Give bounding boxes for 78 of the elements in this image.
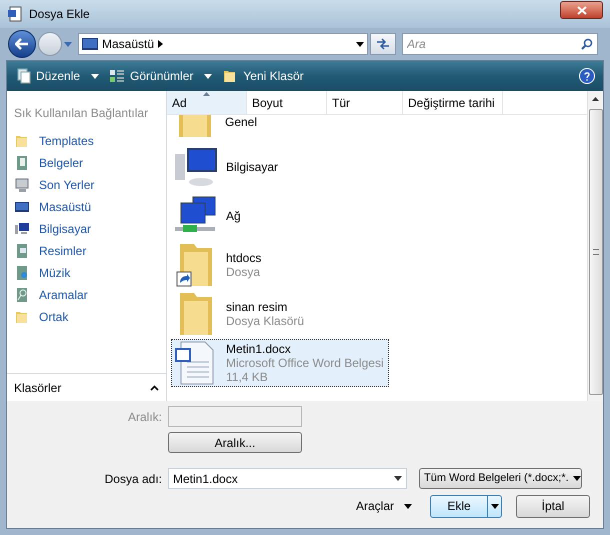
caret-icon [204,74,212,78]
file-name[interactable]: Genel [225,115,258,129]
toolbar-button[interactable]: Görünümler [107,67,214,85]
file-type: Microsoft Office Word Belgesi [226,356,384,370]
music-icon [14,265,30,281]
scroll-up-icon [592,97,599,101]
pages-icon [17,68,31,84]
document-icon [7,6,23,22]
sidebar-item[interactable]: Aramalar [7,284,166,306]
sidebar-item[interactable]: Ortak [7,306,166,328]
sidebar-item[interactable]: Templates [7,130,166,152]
sidebar-item[interactable]: Belgeler [7,152,166,174]
sidebar-item[interactable]: Resimler [7,240,166,262]
filename-label: Dosya adı: [104,470,163,488]
search-icon [581,38,593,50]
address-bar[interactable]: Masaüstü [78,33,368,55]
refresh-button[interactable] [370,33,396,55]
cancel-button[interactable]: İptal [516,494,590,518]
close-icon [576,6,586,14]
file-type: Dosya [226,265,262,279]
file-name: Ağ [226,209,241,223]
toolbar-button[interactable]: Yeni Klasör [220,67,306,85]
column-header[interactable]: Ad [167,91,247,114]
chevron-right-icon [158,40,164,48]
caret-icon [356,42,364,46]
chevron-up-icon [150,384,159,390]
sort-arrow-icon [203,92,210,96]
scrollbar[interactable] [587,91,603,401]
recent-places-icon [14,177,30,193]
file-name: htdocs [226,251,262,265]
sidebar-heading: Sık Kullanılan Bağlantılar [13,105,150,122]
document-icon [14,155,30,171]
sidebar-item[interactable]: Müzik [7,262,166,284]
pictures-icon [14,243,30,259]
file-name: sinan resim [226,300,288,314]
filename-field[interactable]: Metin1.docx [168,468,407,489]
tools-button[interactable]: Araçlar [352,494,416,518]
refresh-icon [376,38,390,50]
caret-icon [572,476,581,481]
sidebar-item[interactable]: Bilgisayar [7,218,166,240]
window-title: Dosya Ekle [29,6,90,23]
computer-icon [173,146,219,188]
caret-icon [490,504,498,508]
close-button[interactable] [560,1,603,19]
file-item[interactable]: Bilgisayar [171,143,284,191]
caret-icon [404,504,412,508]
column-header[interactable]: Tür [327,91,403,114]
toolbar-button[interactable]: Düzenle [15,67,102,85]
help-icon [584,72,590,80]
sidebar-item[interactable]: Masaüstü [7,196,166,218]
desktop-icon [82,38,98,50]
caret-icon [64,42,72,46]
views-icon [109,69,126,83]
file-item[interactable]: Ağ [171,192,246,240]
folder-icon [14,133,30,149]
range-label: Aralık: [126,408,163,426]
file-type-dropdown[interactable]: Tüm Word Belgeleri (*.docx;*. [419,468,582,489]
desktop-icon [14,199,30,215]
back-button[interactable] [8,30,36,58]
file-name: Bilgisayar [226,160,278,174]
caret-icon [91,74,100,78]
file-name: Metin1.docx [226,342,292,356]
arrow-left-icon [15,38,29,50]
sidebar-item[interactable]: Son Yerler [7,174,166,196]
column-header[interactable]: Değiştirme tarihi [403,91,503,114]
add-button[interactable]: Ekle [430,494,502,518]
column-header[interactable]: Boyut [247,91,327,114]
caret-icon [394,476,402,481]
search-folder-icon [14,287,30,303]
computer-icon [14,221,30,237]
file-item[interactable]: sinan resim Dosya Klasörü [171,290,310,338]
file-item[interactable]: htdocs Dosya [171,241,266,289]
file-type: Dosya Klasörü [226,314,304,328]
folder-icon [14,309,30,325]
file-item[interactable]: Metin1.docx Microsoft Office Word Belgesi 11,4 KB [171,339,389,387]
address-location: Masaüstü [102,36,154,53]
file-size: 11,4 KB [226,370,269,384]
help-button[interactable] [579,68,595,84]
